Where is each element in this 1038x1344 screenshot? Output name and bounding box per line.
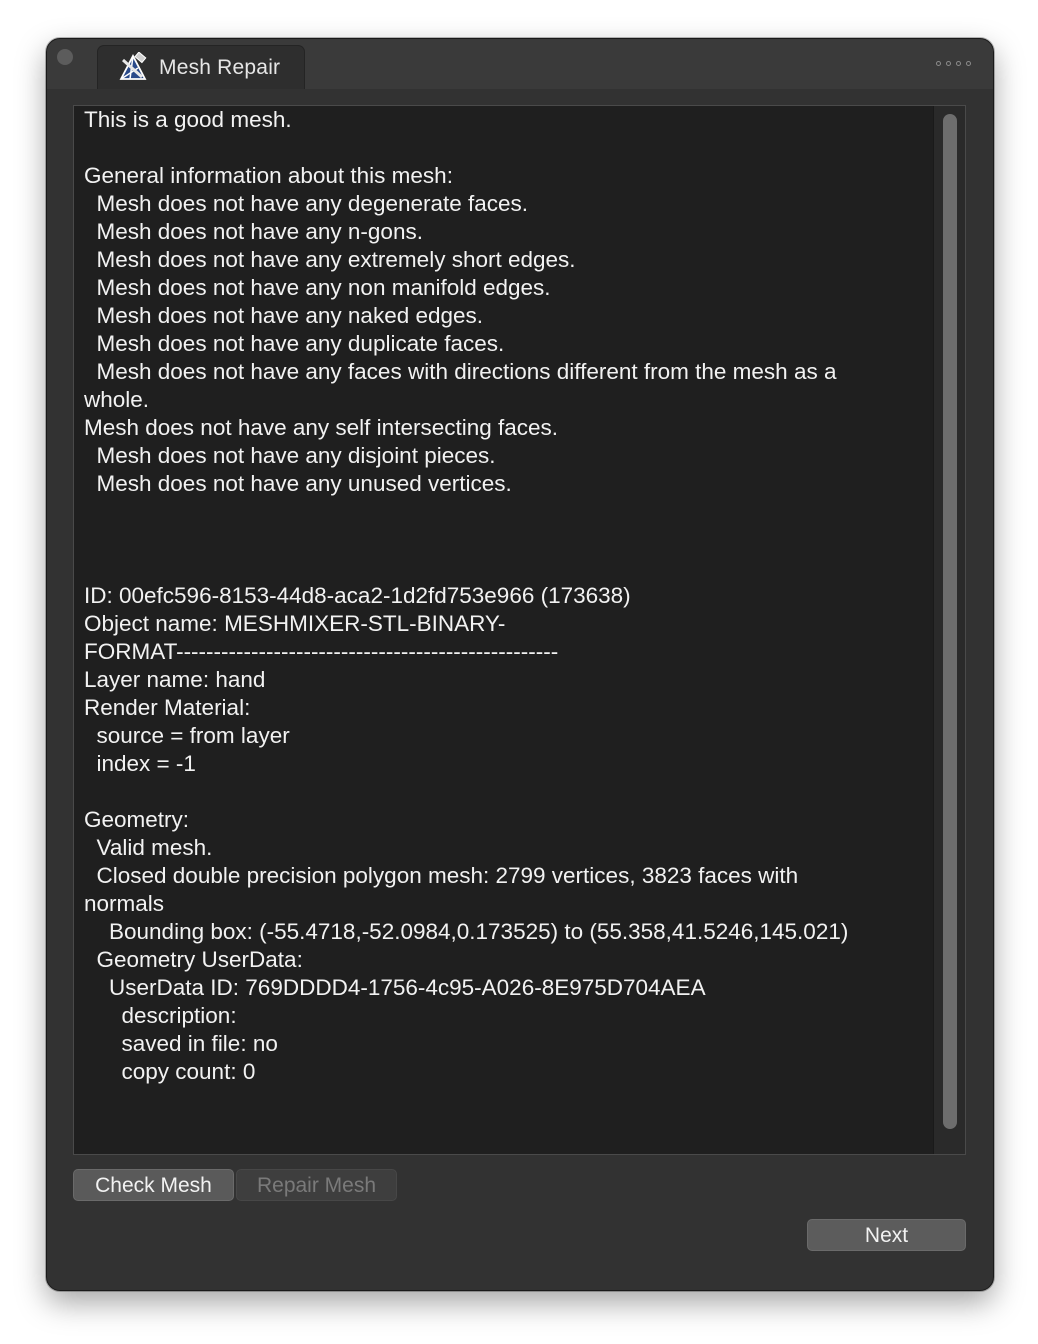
report-line bbox=[84, 134, 934, 162]
mesh-repair-window: Mesh Repair This is a good mesh. General … bbox=[46, 38, 994, 1291]
report-line: Mesh does not have any naked edges. bbox=[84, 303, 484, 328]
report-line: whole. bbox=[84, 387, 150, 412]
mesh-repair-icon bbox=[118, 51, 148, 82]
report-line: normals bbox=[84, 891, 165, 916]
tab-mesh-repair[interactable]: Mesh Repair bbox=[97, 45, 305, 89]
report-line: Mesh does not have any degenerate faces. bbox=[84, 191, 529, 216]
more-options-icon[interactable] bbox=[936, 61, 971, 66]
report-line bbox=[84, 554, 934, 582]
report-line: Geometry: bbox=[84, 807, 190, 832]
report-line: Valid mesh. bbox=[84, 835, 213, 860]
report-line: Object name: MESHMIXER-STL-BINARY- bbox=[84, 611, 506, 636]
close-button[interactable] bbox=[57, 49, 73, 65]
report-line bbox=[84, 778, 934, 806]
report-line: Closed double precision polygon mesh: 27… bbox=[84, 863, 799, 888]
title-bar: Mesh Repair bbox=[47, 39, 993, 89]
report-line: This is a good mesh. bbox=[84, 107, 292, 132]
report-line: Render Material: bbox=[84, 695, 251, 720]
check-mesh-button[interactable]: Check Mesh bbox=[73, 1169, 234, 1201]
next-button[interactable]: Next bbox=[807, 1219, 966, 1251]
vertical-scrollbar[interactable] bbox=[933, 106, 965, 1154]
report-line: UserData ID: 769DDDD4-1756-4c95-A026-8E9… bbox=[84, 975, 706, 1000]
mesh-report-text: This is a good mesh. General information … bbox=[84, 106, 934, 1086]
report-line: FORMAT----------------------------------… bbox=[84, 639, 559, 664]
report-line: index = -1 bbox=[84, 751, 196, 776]
repair-mesh-button[interactable]: Repair Mesh bbox=[236, 1169, 397, 1201]
report-line: source = from layer bbox=[84, 723, 290, 748]
report-line: Mesh does not have any extremely short e… bbox=[84, 247, 576, 272]
report-line: Mesh does not have any unused vertices. bbox=[84, 471, 512, 496]
report-line: General information about this mesh: bbox=[84, 163, 453, 188]
report-line: Mesh does not have any self intersecting… bbox=[84, 415, 559, 440]
scrollbar-thumb[interactable] bbox=[943, 114, 957, 1129]
mesh-report-textarea[interactable]: This is a good mesh. General information … bbox=[73, 105, 966, 1155]
report-line: saved in file: no bbox=[84, 1031, 278, 1056]
report-line: Geometry UserData: bbox=[84, 947, 303, 972]
report-line: Mesh does not have any disjoint pieces. bbox=[84, 443, 496, 468]
report-line: Mesh does not have any duplicate faces. bbox=[84, 331, 505, 356]
report-line bbox=[84, 526, 934, 554]
report-line bbox=[84, 498, 934, 526]
report-line: Mesh does not have any non manifold edge… bbox=[84, 275, 551, 300]
report-line: Mesh does not have any n-gons. bbox=[84, 219, 423, 244]
report-line: copy count: 0 bbox=[84, 1059, 256, 1084]
report-line: ID: 00efc596-8153-44d8-aca2-1d2fd753e966… bbox=[84, 583, 631, 608]
report-line: Layer name: hand bbox=[84, 667, 266, 692]
report-line: Bounding box: (-55.4718,-52.0984,0.17352… bbox=[84, 919, 849, 944]
report-line: Mesh does not have any faces with direct… bbox=[84, 359, 837, 384]
tab-title: Mesh Repair bbox=[159, 56, 281, 79]
report-line: description: bbox=[84, 1003, 237, 1028]
